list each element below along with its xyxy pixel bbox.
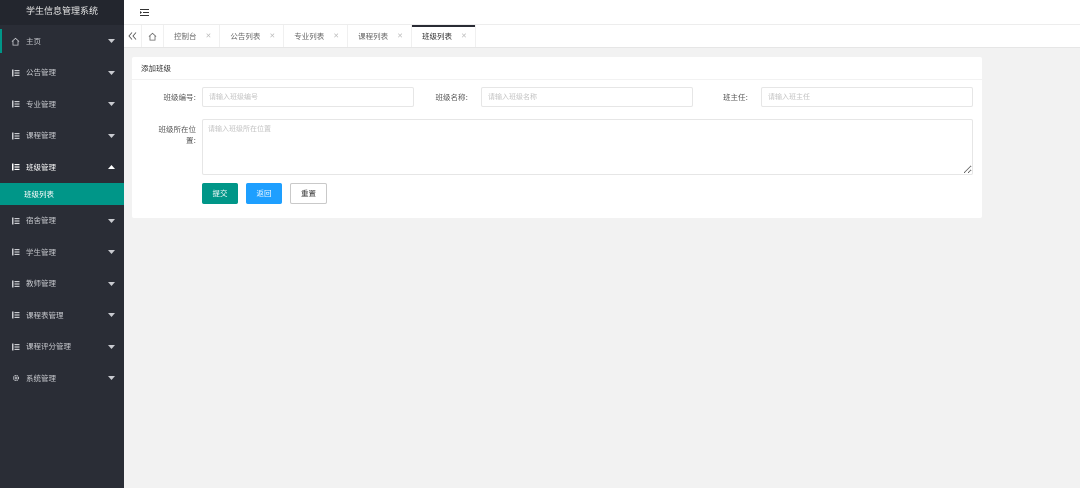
- tab-scroll-left-icon[interactable]: [124, 25, 142, 47]
- class-name-input[interactable]: [481, 87, 693, 107]
- caret-down-icon: [108, 342, 115, 351]
- sidebar-item-dorm[interactable]: 宿舍管理: [0, 205, 124, 237]
- caret-up-icon: [108, 163, 115, 172]
- tab-home-icon[interactable]: [142, 25, 164, 47]
- sidebar-item-class[interactable]: 班级管理: [0, 152, 124, 184]
- sidebar-item-label: 专业管理: [26, 99, 56, 109]
- sidebar-item-label: 公告管理: [26, 68, 56, 78]
- tab-class-list[interactable]: 班级列表 ✕: [412, 25, 476, 47]
- caret-down-icon: [108, 248, 115, 257]
- list-icon: [11, 131, 20, 140]
- caret-down-icon: [108, 374, 115, 383]
- sidebar-item-home[interactable]: 主页: [0, 25, 124, 57]
- close-icon[interactable]: ✕: [397, 32, 403, 40]
- list-icon: [11, 279, 20, 288]
- list-icon: [11, 100, 20, 109]
- tab-label: 公告列表: [230, 31, 261, 41]
- sidebar-item-student[interactable]: 学生管理: [0, 237, 124, 269]
- close-icon[interactable]: ✕: [269, 32, 275, 40]
- close-icon[interactable]: ✕: [206, 32, 212, 40]
- reset-button[interactable]: 重置: [290, 183, 327, 204]
- class-no-input[interactable]: [202, 87, 414, 107]
- tab-major-list[interactable]: 专业列表 ✕: [284, 25, 349, 47]
- sidebar-item-timetable[interactable]: 课程表管理: [0, 300, 124, 332]
- caret-down-icon: [108, 216, 115, 225]
- tab-dashboard[interactable]: 控制台 ✕: [164, 25, 221, 47]
- menu-toggle-icon[interactable]: [140, 8, 149, 17]
- location-label: 班级所在位 置:: [158, 125, 197, 145]
- head-teacher-label: 班主任:: [722, 93, 748, 102]
- list-icon: [11, 216, 20, 225]
- list-icon: [11, 163, 20, 172]
- sidebar-item-label: 班级管理: [26, 162, 56, 172]
- app-logo-title: 学生信息管理系统: [0, 0, 124, 25]
- sidebar-item-label: 教师管理: [26, 279, 56, 289]
- sidebar-item-grading[interactable]: 课程评分管理: [0, 331, 124, 363]
- tab-label: 班级列表: [422, 31, 452, 41]
- sidebar-item-label: 课程管理: [26, 131, 56, 141]
- tab-notice-list[interactable]: 公告列表 ✕: [220, 25, 285, 47]
- caret-down-icon: [108, 100, 115, 109]
- close-icon[interactable]: ✕: [333, 32, 339, 40]
- top-header: [124, 0, 1080, 25]
- list-icon: [11, 248, 20, 257]
- sidebar-item-course[interactable]: 课程管理: [0, 120, 124, 152]
- sidebar-item-notice[interactable]: 公告管理: [0, 57, 124, 89]
- sidebar-item-label: 主页: [26, 36, 41, 46]
- gear-icon: [11, 374, 20, 383]
- caret-down-icon: [108, 37, 115, 46]
- tab-label: 课程列表: [358, 31, 389, 41]
- sidebar-item-label: 学生管理: [26, 247, 56, 257]
- sidebar-item-label: 课程评分管理: [26, 342, 71, 352]
- list-icon: [11, 342, 20, 351]
- sidebar-item-teacher[interactable]: 教师管理: [0, 268, 124, 300]
- submit-button[interactable]: 提交: [202, 183, 238, 204]
- sidebar-item-major[interactable]: 专业管理: [0, 89, 124, 121]
- home-icon: [11, 37, 20, 46]
- sidebar: 学生信息管理系统 主页 公告管理 专业管理 课程管理 班级管理 班级列表 宿舍管…: [0, 0, 124, 488]
- tab-bar: 控制台 ✕ 公告列表 ✕ 专业列表 ✕ 课程列表 ✕ 班级列表 ✕: [124, 25, 1080, 48]
- caret-down-icon: [108, 311, 115, 320]
- back-button[interactable]: 返回: [246, 183, 282, 204]
- close-icon[interactable]: ✕: [461, 32, 467, 40]
- sidebar-item-system[interactable]: 系统管理: [0, 363, 124, 395]
- caret-down-icon: [108, 68, 115, 77]
- caret-down-icon: [108, 279, 115, 288]
- caret-down-icon: [108, 131, 115, 140]
- tab-label: 控制台: [174, 31, 197, 41]
- tab-course-list[interactable]: 课程列表 ✕: [348, 25, 412, 47]
- class-name-label: 班级名称:: [435, 93, 468, 102]
- sidebar-item-label: 宿舍管理: [26, 216, 56, 226]
- class-no-label: 班级编号:: [163, 93, 196, 102]
- location-textarea[interactable]: [202, 119, 973, 175]
- head-teacher-input[interactable]: [761, 87, 973, 107]
- list-icon: [11, 311, 20, 320]
- add-class-card: 添加班级 班级编号: 班级名称: 班主任: 班级所在位 置: 提交 返回 重置: [132, 57, 982, 218]
- card-title: 添加班级: [132, 57, 982, 80]
- tab-label: 专业列表: [294, 31, 325, 41]
- sidebar-item-label: 系统管理: [26, 373, 56, 383]
- sidebar-item-label: 课程表管理: [26, 310, 64, 320]
- list-icon: [11, 68, 20, 77]
- sidebar-subitem-class-list[interactable]: 班级列表: [0, 183, 124, 205]
